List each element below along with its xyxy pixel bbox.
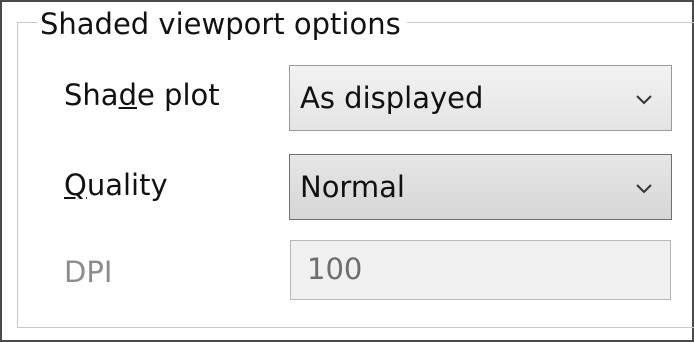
dialog-panel: Shaded viewport options Shade plot As di…	[0, 0, 694, 342]
quality-label-mnemonic: Q	[64, 168, 87, 202]
shade-plot-label-part-2: e plot	[136, 78, 220, 112]
shade-plot-label-mnemonic: d	[118, 78, 137, 112]
shade-plot-dropdown[interactable]: As displayed	[289, 65, 672, 131]
dpi-label: DPI	[64, 255, 113, 289]
shade-plot-label: Shade plot	[64, 77, 220, 113]
chevron-down-icon	[636, 95, 652, 105]
dpi-value: 100	[307, 252, 363, 286]
chevron-down-icon	[636, 184, 652, 194]
shade-plot-selected-value: As displayed	[300, 81, 484, 115]
quality-dropdown[interactable]: Normal	[289, 154, 672, 220]
group-title: Shaded viewport options	[37, 6, 407, 42]
quality-label-rest: uality	[86, 168, 168, 202]
shade-plot-label-part-1: Sha	[64, 78, 119, 112]
quality-selected-value: Normal	[300, 170, 405, 204]
quality-label: Quality	[64, 167, 168, 203]
dpi-field: 100	[290, 240, 671, 300]
